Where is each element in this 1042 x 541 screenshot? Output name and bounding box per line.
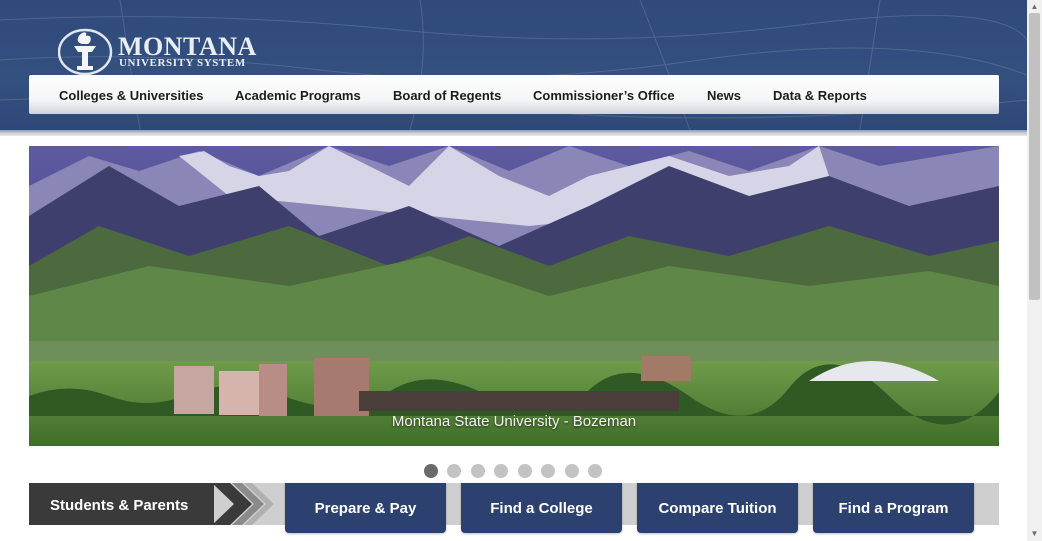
nav-commissioners-office[interactable]: Commissioner’s Office	[533, 88, 675, 103]
header-divider	[0, 130, 1027, 136]
prepare-pay-button[interactable]: Prepare & Pay	[285, 483, 446, 533]
hero-slideshow[interactable]: Montana State University - Bozeman	[29, 146, 999, 446]
slide-dot-4[interactable]	[494, 464, 508, 478]
slide-dot-1[interactable]	[424, 464, 438, 478]
find-a-program-button[interactable]: Find a Program	[813, 483, 974, 533]
scrollbar-thumb[interactable]	[1029, 13, 1040, 300]
students-parents-label: Students & Parents	[29, 483, 214, 525]
nav-academic-programs[interactable]: Academic Programs	[235, 88, 361, 103]
slide-dot-8[interactable]	[588, 464, 602, 478]
slide-dot-2[interactable]	[447, 464, 461, 478]
find-a-college-button[interactable]: Find a College	[461, 483, 622, 533]
nav-colleges-universities[interactable]: Colleges & Universities	[59, 88, 204, 103]
nav-news[interactable]: News	[707, 88, 741, 103]
hero-image	[29, 146, 999, 446]
scroll-up-icon[interactable]: ▲	[1029, 1, 1040, 12]
montana-university-system-logo[interactable]: MONTANA UNIVERSITY SYSTEM	[57, 28, 268, 76]
main-nav: Colleges & Universities Academic Program…	[29, 75, 999, 114]
logo-subtitle: UNIVERSITY SYSTEM	[119, 57, 246, 69]
site-header: MONTANA UNIVERSITY SYSTEM Colleges & Uni…	[0, 0, 1027, 130]
slide-dot-5[interactable]	[518, 464, 532, 478]
slide-dot-3[interactable]	[471, 464, 485, 478]
nav-board-of-regents[interactable]: Board of Regents	[393, 88, 501, 103]
hero-caption: Montana State University - Bozeman	[391, 413, 637, 430]
torch-icon	[57, 28, 113, 76]
scroll-down-icon[interactable]: ▼	[1029, 528, 1040, 539]
compare-tuition-button[interactable]: Compare Tuition	[637, 483, 798, 533]
slide-dot-7[interactable]	[565, 464, 579, 478]
nav-data-reports[interactable]: Data & Reports	[773, 88, 867, 103]
slide-dot-6[interactable]	[541, 464, 555, 478]
chevron-arrow-icon	[212, 483, 274, 525]
